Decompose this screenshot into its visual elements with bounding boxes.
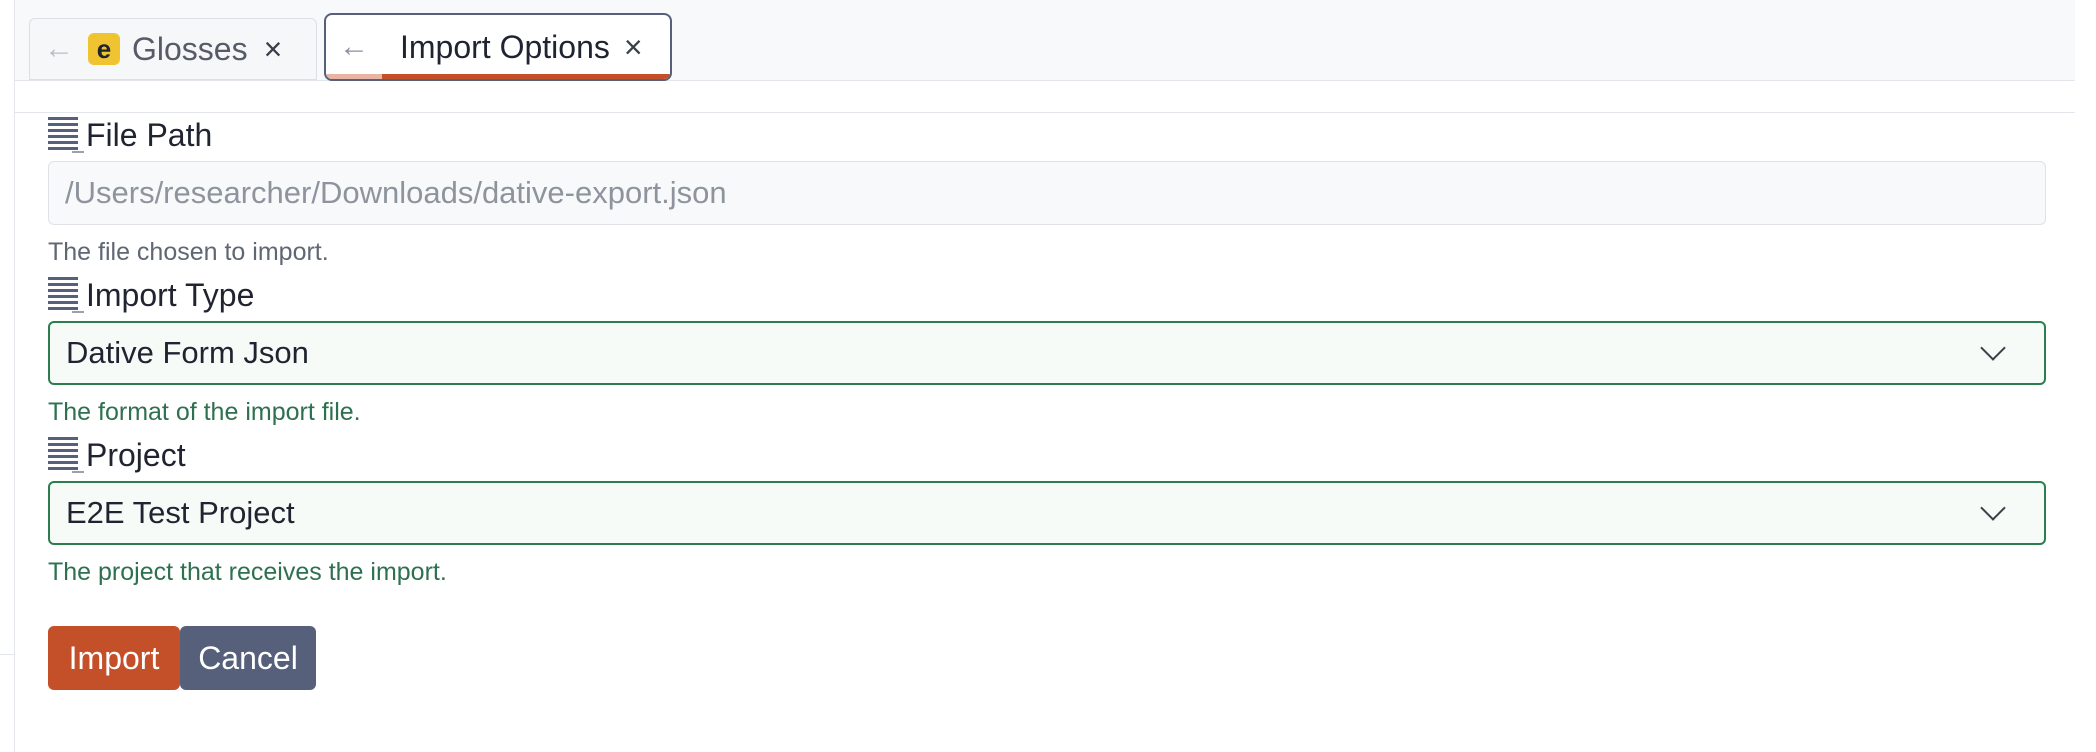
project-label: Project bbox=[86, 436, 186, 473]
file-path-label: File Path bbox=[86, 116, 213, 153]
tab-bar: ← e Glosses × ← Import Options × bbox=[15, 0, 2075, 81]
field-lines-icon bbox=[48, 275, 84, 315]
tab-glosses[interactable]: ← e Glosses × bbox=[29, 18, 317, 80]
close-icon[interactable]: × bbox=[624, 31, 643, 63]
import-type-value: Dative Form Json bbox=[66, 335, 309, 370]
chevron-down-icon bbox=[1980, 335, 2006, 361]
file-path-input[interactable]: /Users/researcher/Downloads/dative-expor… bbox=[48, 161, 2046, 225]
project-value: E2E Test Project bbox=[66, 495, 295, 530]
project-select[interactable]: E2E Test Project bbox=[48, 481, 2046, 545]
chevron-down-icon bbox=[1980, 495, 2006, 521]
import-type-select[interactable]: Dative Form Json bbox=[48, 321, 2046, 385]
import-type-help: The format of the import file. bbox=[48, 398, 361, 426]
tab-active-indicator-light bbox=[326, 74, 382, 79]
file-path-label-row: File Path bbox=[48, 113, 2046, 157]
cancel-button[interactable]: Cancel bbox=[180, 626, 316, 690]
back-arrow-icon[interactable]: ← bbox=[326, 15, 382, 79]
project-label-row: Project bbox=[48, 433, 2046, 477]
import-button[interactable]: Import bbox=[48, 626, 180, 690]
app-window: ← e Glosses × ← Import Options × File Pa… bbox=[0, 0, 2096, 752]
form-actions: Import Cancel bbox=[48, 626, 316, 690]
tab-import-options[interactable]: ← Import Options × bbox=[324, 13, 672, 81]
tab-glosses-label: Glosses bbox=[132, 30, 248, 67]
left-border-tick bbox=[0, 654, 14, 655]
glosses-badge-icon: e bbox=[88, 33, 120, 65]
field-lines-icon bbox=[48, 115, 84, 155]
import-options-form: File Path /Users/researcher/Downloads/da… bbox=[48, 113, 2046, 591]
import-type-label: Import Type bbox=[86, 276, 255, 313]
tab-import-options-label: Import Options bbox=[400, 28, 610, 65]
close-icon[interactable]: × bbox=[264, 33, 283, 65]
back-arrow-icon[interactable]: ← bbox=[30, 19, 88, 79]
import-type-label-row: Import Type bbox=[48, 273, 2046, 317]
file-path-help: The file chosen to import. bbox=[48, 238, 329, 266]
field-lines-icon bbox=[48, 435, 84, 475]
tab-active-indicator bbox=[382, 74, 670, 79]
project-help: The project that receives the import. bbox=[48, 558, 447, 586]
